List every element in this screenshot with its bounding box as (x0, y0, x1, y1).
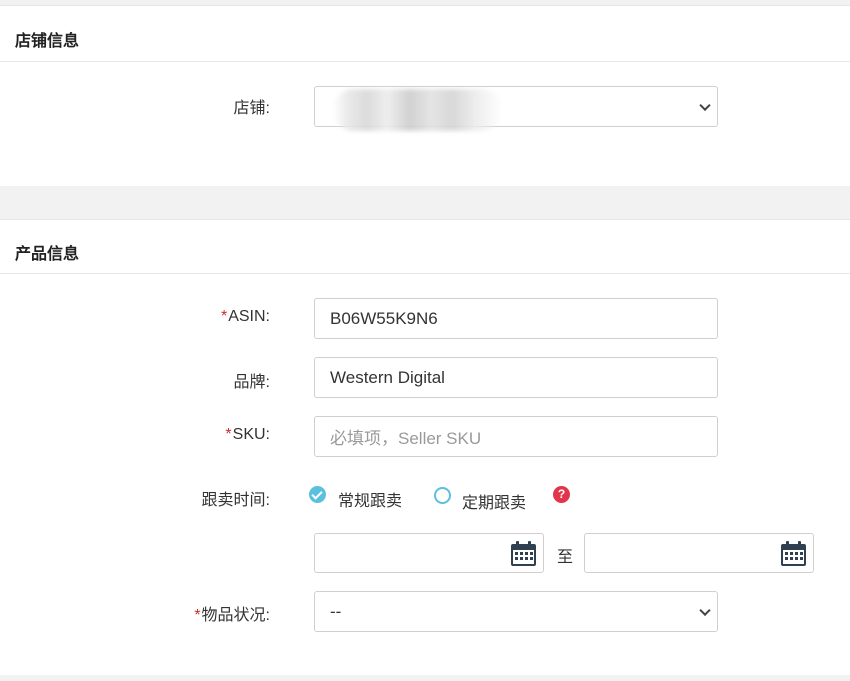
condition-label-text: 物品状况: (201, 607, 270, 624)
brand-value: Western Digital (330, 367, 445, 387)
chevron-down-icon (699, 99, 711, 111)
calendar-icon[interactable] (510, 540, 537, 567)
redacted-store-name (333, 89, 503, 131)
sku-label-text: SKU: (232, 426, 270, 443)
radio-regular-follow-label[interactable]: 常规跟卖 (338, 487, 402, 511)
required-mark: * (220, 308, 228, 325)
product-info-panel: 产品信息 *ASIN: B06W55K9N6 品牌: Western Digit… (0, 219, 850, 675)
follow-time-label: 跟卖时间: (201, 492, 270, 509)
section-divider (0, 273, 850, 274)
sku-placeholder: 必填项，Seller SKU (330, 429, 482, 448)
condition-label: *物品状况: (194, 601, 270, 625)
asin-label-text: ASIN: (228, 308, 270, 325)
end-date-input[interactable] (584, 533, 814, 573)
sku-label: *SKU: (225, 426, 270, 444)
radio-regular-follow[interactable] (309, 486, 326, 503)
calendar-icon[interactable] (780, 540, 807, 567)
start-date-input[interactable] (314, 533, 544, 573)
radio-scheduled-follow-label[interactable]: 定期跟卖 (462, 489, 526, 513)
question-icon[interactable]: ? (553, 486, 570, 503)
store-label: 店铺: (233, 100, 270, 117)
condition-value: -- (330, 601, 342, 621)
store-info-title: 店铺信息 (15, 33, 80, 50)
asin-input[interactable]: B06W55K9N6 (314, 298, 718, 339)
sku-input[interactable]: 必填项，Seller SKU (314, 416, 718, 457)
asin-label: *ASIN: (221, 308, 270, 326)
chevron-down-icon (699, 604, 711, 616)
brand-label: 品牌: (233, 374, 270, 391)
store-select[interactable] (314, 86, 718, 131)
condition-select[interactable]: -- (314, 591, 718, 632)
section-divider (0, 61, 850, 62)
date-range-separator: 至 (557, 549, 574, 566)
product-info-title: 产品信息 (15, 246, 80, 263)
radio-scheduled-follow[interactable] (434, 487, 451, 504)
brand-input[interactable]: Western Digital (314, 357, 718, 398)
store-info-panel: 店铺信息 店铺: (0, 5, 850, 186)
required-mark: * (225, 426, 232, 443)
asin-value: B06W55K9N6 (330, 308, 438, 328)
required-mark: * (194, 607, 201, 624)
